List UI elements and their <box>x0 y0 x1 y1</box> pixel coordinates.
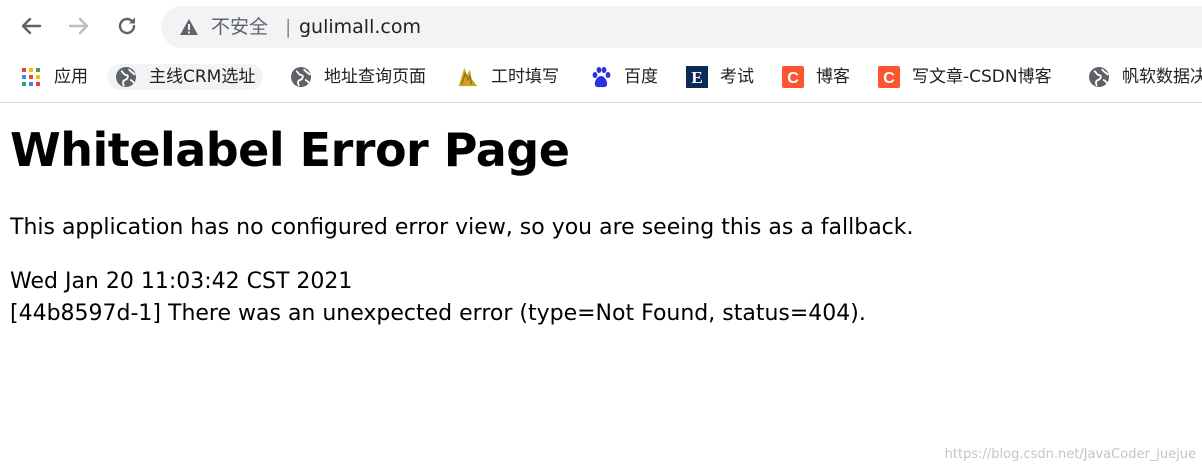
bookmark-finereport[interactable]: 帆软数据决 <box>1088 64 1202 90</box>
gold-logo-icon <box>457 66 479 88</box>
page-title: Whitelabel Error Page <box>10 123 570 177</box>
error-description: This application has no configured error… <box>10 215 914 240</box>
e-logo-icon: E <box>686 66 708 88</box>
error-message: [44b8597d-1] There was an unexpected err… <box>10 301 866 326</box>
error-timestamp: Wed Jan 20 11:03:42 CST 2021 <box>10 269 353 294</box>
svg-text:C: C <box>787 70 799 87</box>
globe-icon <box>115 66 137 88</box>
csdn-c-icon: C <box>878 66 900 88</box>
bookmark-label: 写文章-CSDN博客 <box>912 67 1052 87</box>
bookmark-crm[interactable]: 主线CRM选址 <box>107 64 264 90</box>
bookmark-label: 百度 <box>624 67 658 87</box>
security-status-label[interactable]: 不安全 <box>211 15 268 39</box>
bookmark-label: 工时填写 <box>491 67 559 87</box>
url-text[interactable]: gulimall.com <box>299 15 421 39</box>
bookmark-exam[interactable]: E 考试 <box>686 64 754 90</box>
reload-button[interactable] <box>112 11 142 41</box>
bookmark-timesheet[interactable]: 工时填写 <box>457 64 559 90</box>
bookmark-label: 考试 <box>720 67 754 87</box>
reload-icon <box>118 17 136 35</box>
watermark: https://blog.csdn.net/JavaCoder_juejue <box>944 447 1196 462</box>
page-content: Whitelabel Error Page This application h… <box>10 118 1190 330</box>
globe-icon <box>1088 66 1110 88</box>
bookmark-label: 帆软数据决 <box>1122 67 1202 87</box>
address-bar[interactable]: 不安全 | gulimall.com <box>161 6 1202 48</box>
bookmark-label: 地址查询页面 <box>324 67 426 87</box>
bookmark-label: 应用 <box>54 67 88 87</box>
csdn-c-icon: C <box>782 66 804 88</box>
bookmark-label: 博客 <box>816 67 850 87</box>
arrow-right-icon <box>68 17 89 35</box>
bookmark-address-query[interactable]: 地址查询页面 <box>290 64 426 90</box>
warning-triangle-icon[interactable] <box>179 17 199 37</box>
svg-text:C: C <box>883 70 895 87</box>
address-separator: | <box>285 16 292 38</box>
bookmark-blog[interactable]: C 博客 <box>782 64 850 90</box>
bookmarks-bar: 应用 主线CRM选址 地址查询页面 工时填写 百度 E 考试 C 博客 C 写文… <box>0 54 1202 103</box>
bookmark-write-article[interactable]: C 写文章-CSDN博客 <box>878 64 1052 90</box>
back-button[interactable] <box>16 11 46 41</box>
forward-button[interactable] <box>64 11 94 41</box>
bookmark-label: 主线CRM选址 <box>149 67 256 87</box>
bookmark-baidu[interactable]: 百度 <box>590 64 658 90</box>
bookmark-apps[interactable]: 应用 <box>20 64 88 90</box>
baidu-paw-icon <box>590 66 612 88</box>
arrow-left-icon <box>21 17 42 35</box>
svg-text:E: E <box>691 68 702 87</box>
browser-toolbar: 不安全 | gulimall.com <box>0 0 1202 54</box>
apps-grid-icon <box>20 66 42 88</box>
globe-icon <box>290 66 312 88</box>
